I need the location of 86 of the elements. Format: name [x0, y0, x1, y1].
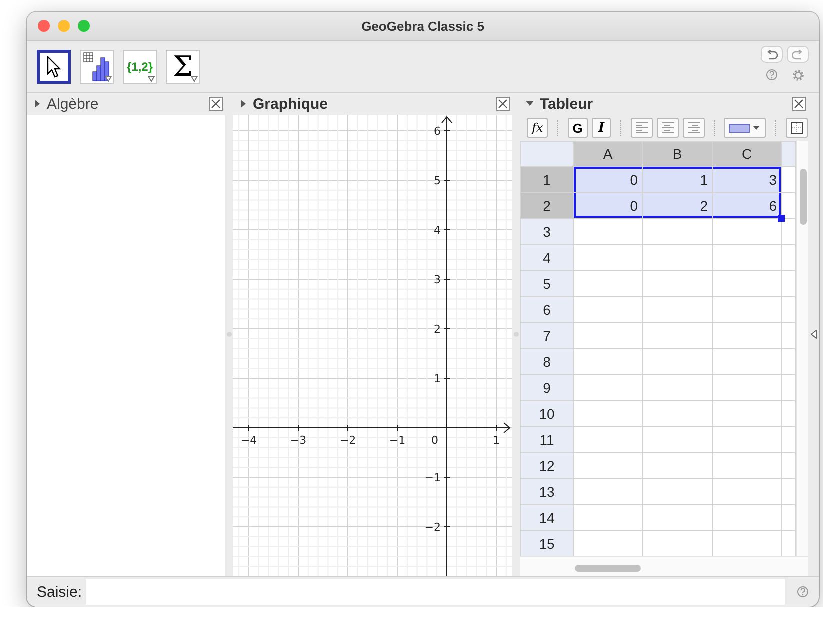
- scrollbar-thumb[interactable]: [800, 169, 807, 225]
- table-cell[interactable]: 0: [574, 166, 642, 192]
- row-header[interactable]: 9: [520, 374, 574, 400]
- row-header[interactable]: 5: [520, 270, 574, 296]
- help-icon[interactable]: [797, 586, 809, 598]
- zoom-button[interactable]: [78, 20, 90, 32]
- redo-icon: [792, 50, 804, 60]
- row-header[interactable]: 10: [520, 400, 574, 426]
- axis-label: 3: [434, 274, 441, 286]
- align-left-button[interactable]: [630, 118, 653, 138]
- fill-handle[interactable]: [778, 215, 785, 222]
- color-button[interactable]: [724, 118, 766, 138]
- splitter-handle[interactable]: [226, 332, 232, 337]
- axis-label: 5: [434, 174, 441, 188]
- input-label: Saisie:: [37, 584, 82, 600]
- window-title: GeoGebra Classic 5: [362, 18, 484, 34]
- dropdown-arrow-icon[interactable]: [148, 76, 155, 82]
- bold-button[interactable]: G: [568, 118, 588, 138]
- row-header[interactable]: 12: [520, 452, 574, 478]
- color-swatch-icon: [729, 123, 750, 133]
- row-header[interactable]: 2: [520, 192, 574, 218]
- align-left-icon: [636, 121, 648, 135]
- align-center-button[interactable]: [656, 118, 679, 138]
- align-right-icon: [688, 121, 700, 135]
- axis-label: −4: [240, 434, 258, 447]
- axis-label: −3: [290, 434, 307, 447]
- settings-icon[interactable]: [792, 69, 805, 82]
- tool-button[interactable]: [37, 50, 71, 84]
- close-button[interactable]: [209, 97, 223, 111]
- splitter-handle[interactable]: [514, 332, 518, 337]
- tool-button[interactable]: {1,2}: [123, 50, 157, 84]
- table-cell[interactable]: 0: [574, 192, 642, 218]
- align-center-icon: [662, 121, 674, 135]
- border-button[interactable]: [786, 118, 808, 138]
- minimize-button[interactable]: [58, 20, 70, 32]
- formula-button[interactable]: fx: [527, 118, 548, 138]
- caret-left-icon[interactable]: [810, 330, 816, 339]
- border-icon: [790, 122, 803, 134]
- axis-label: 2: [434, 323, 441, 336]
- column-header[interactable]: B: [642, 142, 712, 166]
- axis-label: −1: [424, 472, 441, 484]
- axis-label: 4: [434, 224, 441, 237]
- column-header[interactable]: A: [574, 142, 642, 166]
- column-header[interactable]: C: [712, 142, 782, 166]
- scrollbar-thumb[interactable]: [575, 565, 641, 572]
- axis-label: 1: [493, 434, 500, 447]
- row-header[interactable]: 8: [520, 348, 574, 374]
- row-header[interactable]: 4: [520, 244, 574, 270]
- axis-label: 0: [432, 434, 438, 447]
- close-window-button[interactable]: [38, 20, 50, 32]
- row-header[interactable]: 13: [520, 478, 574, 504]
- caret-right-icon[interactable]: [239, 100, 247, 108]
- help-icon[interactable]: [766, 69, 778, 81]
- close-button[interactable]: [792, 97, 806, 111]
- axis-label: −2: [340, 434, 356, 447]
- row-header[interactable]: 3: [520, 218, 574, 244]
- tool-button[interactable]: Σ: [166, 50, 200, 84]
- italic-button[interactable]: I: [592, 118, 612, 138]
- undo-icon: [766, 50, 778, 60]
- dropdown-arrow-icon[interactable]: [105, 76, 112, 82]
- align-right-button[interactable]: [682, 118, 705, 138]
- axis-label: −1: [389, 434, 406, 447]
- panel-title: Graphique: [253, 96, 330, 112]
- redo-button[interactable]: [787, 46, 809, 63]
- pointer-icon: [46, 56, 62, 78]
- graph-canvas[interactable]: 6 5 4 3 2 1 −4 −3 −2 −1 0 1 −1 −2: [233, 115, 512, 576]
- caret-right-icon[interactable]: [33, 100, 41, 108]
- table-cell[interactable]: 2: [642, 192, 712, 218]
- row-header[interactable]: 1: [520, 166, 574, 192]
- panel-title: Algèbre: [47, 96, 100, 112]
- row-header[interactable]: 14: [520, 504, 574, 530]
- axis-label: 6: [434, 125, 441, 138]
- bar-chart-icon: [83, 52, 111, 82]
- row-header[interactable]: 6: [520, 296, 574, 322]
- row-header[interactable]: 11: [520, 426, 574, 452]
- table-cell[interactable]: 1: [642, 166, 712, 192]
- undo-button[interactable]: [761, 46, 783, 63]
- table-cell[interactable]: 3: [712, 166, 782, 192]
- panel-title: Tableur: [540, 96, 594, 112]
- row-header[interactable]: 15: [520, 530, 574, 556]
- close-button[interactable]: [496, 97, 510, 111]
- row-header[interactable]: 7: [520, 322, 574, 348]
- dropdown-arrow-icon[interactable]: [191, 76, 198, 82]
- caret-down-icon[interactable]: [526, 100, 534, 108]
- axis-label: −2: [424, 521, 441, 534]
- axis-label: 1: [434, 372, 441, 386]
